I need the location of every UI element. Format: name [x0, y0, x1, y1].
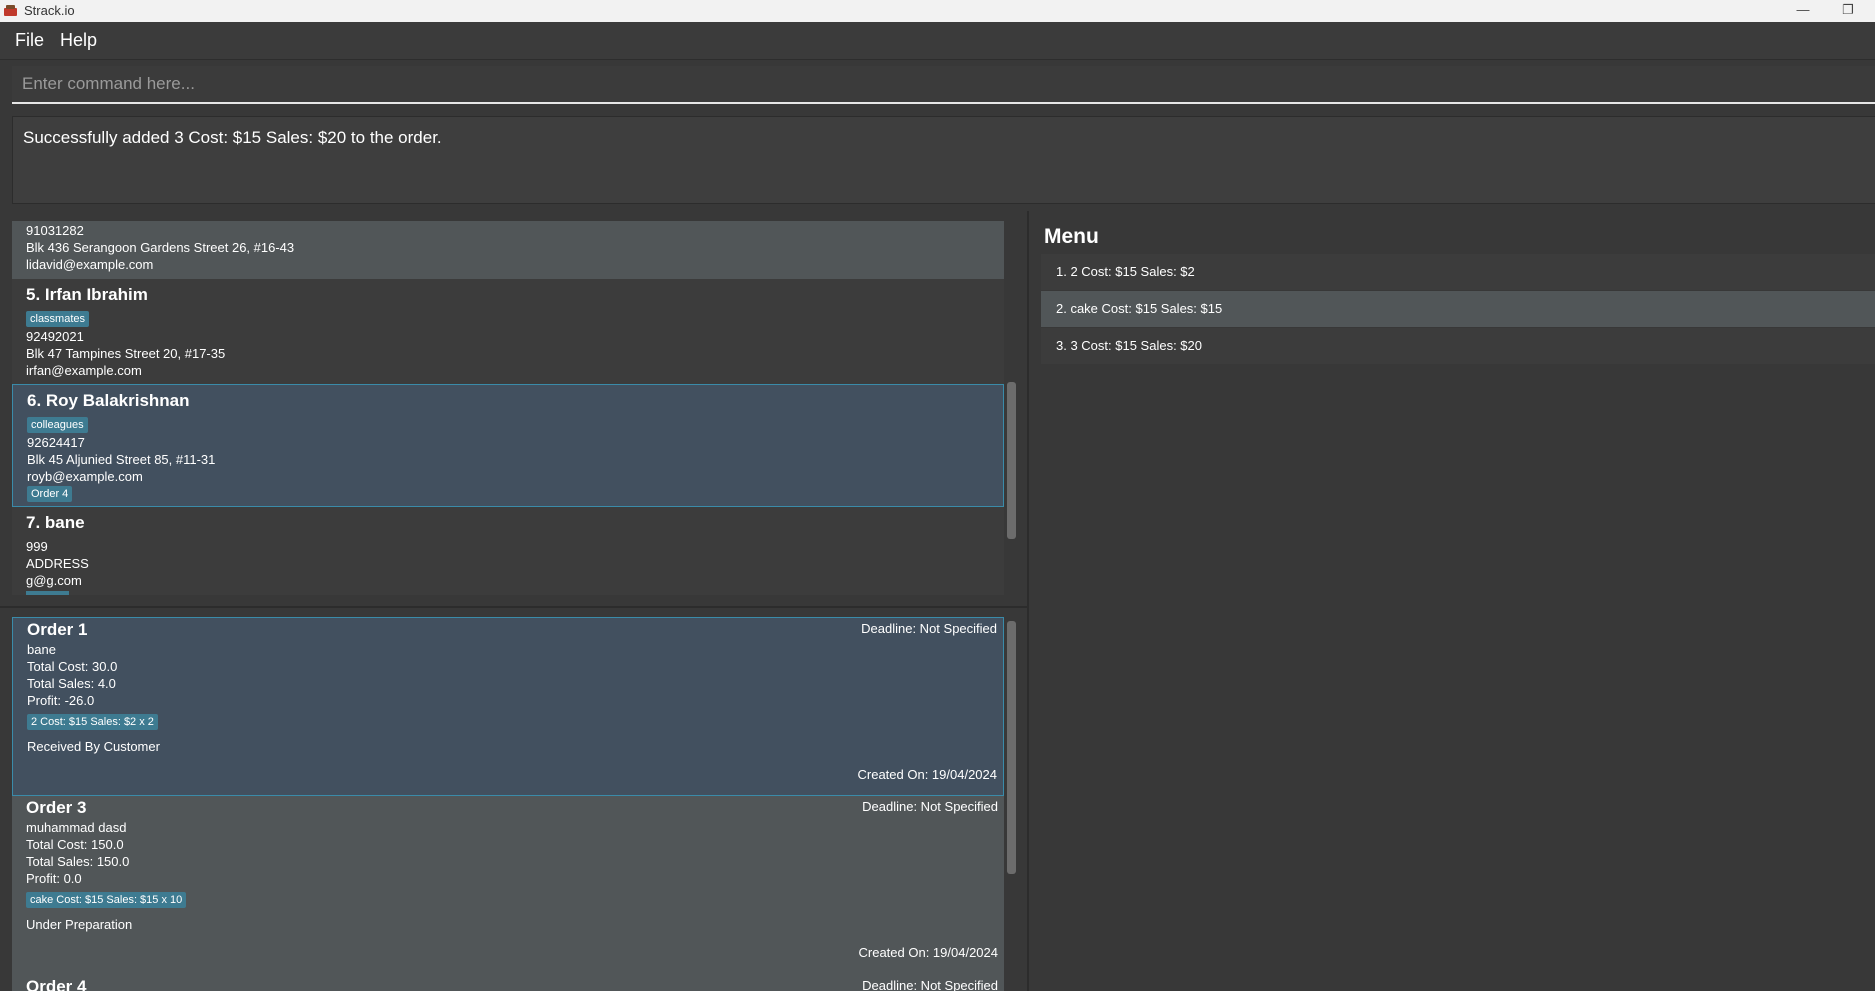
order-deadline: Deadline: Not Specified — [862, 978, 998, 991]
order-deadline: Deadline: Not Specified — [862, 799, 998, 814]
menu-item-label: 1. 2 Cost: $15 Sales: $2 — [1056, 264, 1195, 279]
person-address: Blk 45 Aljunied Street 85, #11-31 — [27, 452, 216, 467]
order-customer: muhammad dasd — [26, 820, 127, 835]
person-phone: 92624417 — [27, 435, 85, 450]
menu-item[interactable]: 1. 2 Cost: $15 Sales: $2 — [1041, 254, 1875, 290]
person-address: Blk 47 Tampines Street 20, #17-35 — [26, 346, 226, 361]
order-total-cost: Total Cost: 150.0 — [26, 837, 124, 852]
window-title: Strack.io — [24, 3, 75, 18]
person-name: 6. Roy Balakrishnan — [27, 391, 190, 410]
menu-title: Menu — [1044, 225, 1099, 248]
person-phone: 91031282 — [26, 223, 84, 238]
person-list-scrollbar[interactable] — [1007, 382, 1016, 539]
person-order-tag: Order 4 — [27, 486, 73, 502]
order-created-date: Created On: 19/04/2024 — [858, 945, 999, 960]
order-card[interactable]: Order 3 Deadline: Not Specified muhammad… — [12, 796, 1004, 975]
menu-item-label: 2. cake Cost: $15 Sales: $15 — [1056, 301, 1223, 316]
person-email: irfan@example.com — [26, 363, 142, 378]
menu-item[interactable]: 2. cake Cost: $15 Sales: $15 — [1041, 291, 1875, 327]
menu-item[interactable]: 3. 3 Cost: $15 Sales: $20 — [1041, 328, 1875, 364]
order-total-sales: Total Sales: 150.0 — [26, 854, 130, 869]
restore-button[interactable]: ❐ — [1828, 0, 1868, 22]
person-tag: colleagues — [27, 417, 88, 433]
help-menu[interactable]: Help — [60, 30, 97, 51]
person-address: Blk 436 Serangoon Gardens Street 26, #16… — [26, 240, 295, 255]
menu-panel: Menu 1. 2 Cost: $15 Sales: $2 2. cake Co… — [1041, 211, 1875, 991]
minimize-button[interactable]: — — [1783, 0, 1823, 22]
menu-item-label: 3. 3 Cost: $15 Sales: $20 — [1056, 338, 1202, 353]
left-panel: 91031282 Blk 436 Serangoon Gardens Stree… — [0, 211, 1029, 991]
menu-bar: File Help — [0, 22, 1875, 60]
app-logo-icon — [4, 5, 17, 16]
order-created-date: Created On: 19/04/2024 — [857, 767, 998, 782]
file-menu[interactable]: File — [15, 30, 44, 51]
order-list[interactable]: Order 1 Deadline: Not Specified bane Tot… — [12, 617, 1004, 991]
order-total-sales: Total Sales: 4.0 — [27, 676, 116, 691]
order-card[interactable]: Order 4 Deadline: Not Specified — [12, 975, 1004, 991]
order-title: Order 4 — [26, 977, 87, 991]
person-name: 7. bane — [26, 513, 85, 532]
person-tag-partial — [26, 591, 69, 595]
person-email: g@g.com — [26, 573, 82, 588]
order-title: Order 1 — [27, 620, 88, 639]
person-list[interactable]: 91031282 Blk 436 Serangoon Gardens Stree… — [12, 221, 1004, 595]
person-card[interactable]: 5. Irfan Ibrahim classmates 92492021 Blk… — [12, 279, 1004, 384]
result-display: Successfully added 3 Cost: $15 Sales: $2… — [12, 116, 1875, 204]
order-item-tag: 2 Cost: $15 Sales: $2 x 2 — [27, 714, 158, 730]
result-message: Successfully added 3 Cost: $15 Sales: $2… — [23, 128, 442, 147]
person-address: ADDRESS — [26, 556, 89, 571]
person-phone: 92492021 — [26, 329, 84, 344]
person-card-selected[interactable]: 6. Roy Balakrishnan colleagues 92624417 … — [12, 384, 1004, 507]
order-status: Received By Customer — [27, 739, 160, 754]
order-profit: Profit: 0.0 — [26, 871, 82, 886]
order-item-tag: cake Cost: $15 Sales: $15 x 10 — [26, 892, 187, 908]
person-email: royb@example.com — [27, 469, 143, 484]
person-name: 5. Irfan Ibrahim — [26, 285, 148, 304]
order-status: Under Preparation — [26, 917, 133, 932]
person-tag: classmates — [26, 311, 90, 327]
person-phone: 999 — [26, 539, 48, 554]
person-card[interactable]: 91031282 Blk 436 Serangoon Gardens Stree… — [12, 221, 1004, 279]
panel-divider — [0, 606, 1027, 608]
order-title: Order 3 — [26, 798, 87, 817]
command-input[interactable] — [12, 66, 1875, 102]
person-email: lidavid@example.com — [26, 257, 154, 272]
order-list-scrollbar[interactable] — [1007, 621, 1016, 874]
command-box — [12, 66, 1875, 104]
person-card[interactable]: 7. bane 999 ADDRESS g@g.com — [12, 507, 1004, 595]
order-customer: bane — [27, 642, 56, 657]
order-card-selected[interactable]: Order 1 Deadline: Not Specified bane Tot… — [12, 617, 1004, 796]
order-deadline: Deadline: Not Specified — [861, 621, 997, 636]
order-profit: Profit: -26.0 — [27, 693, 95, 708]
title-bar: Strack.io — ❐ — [0, 0, 1875, 22]
order-total-cost: Total Cost: 30.0 — [27, 659, 118, 674]
